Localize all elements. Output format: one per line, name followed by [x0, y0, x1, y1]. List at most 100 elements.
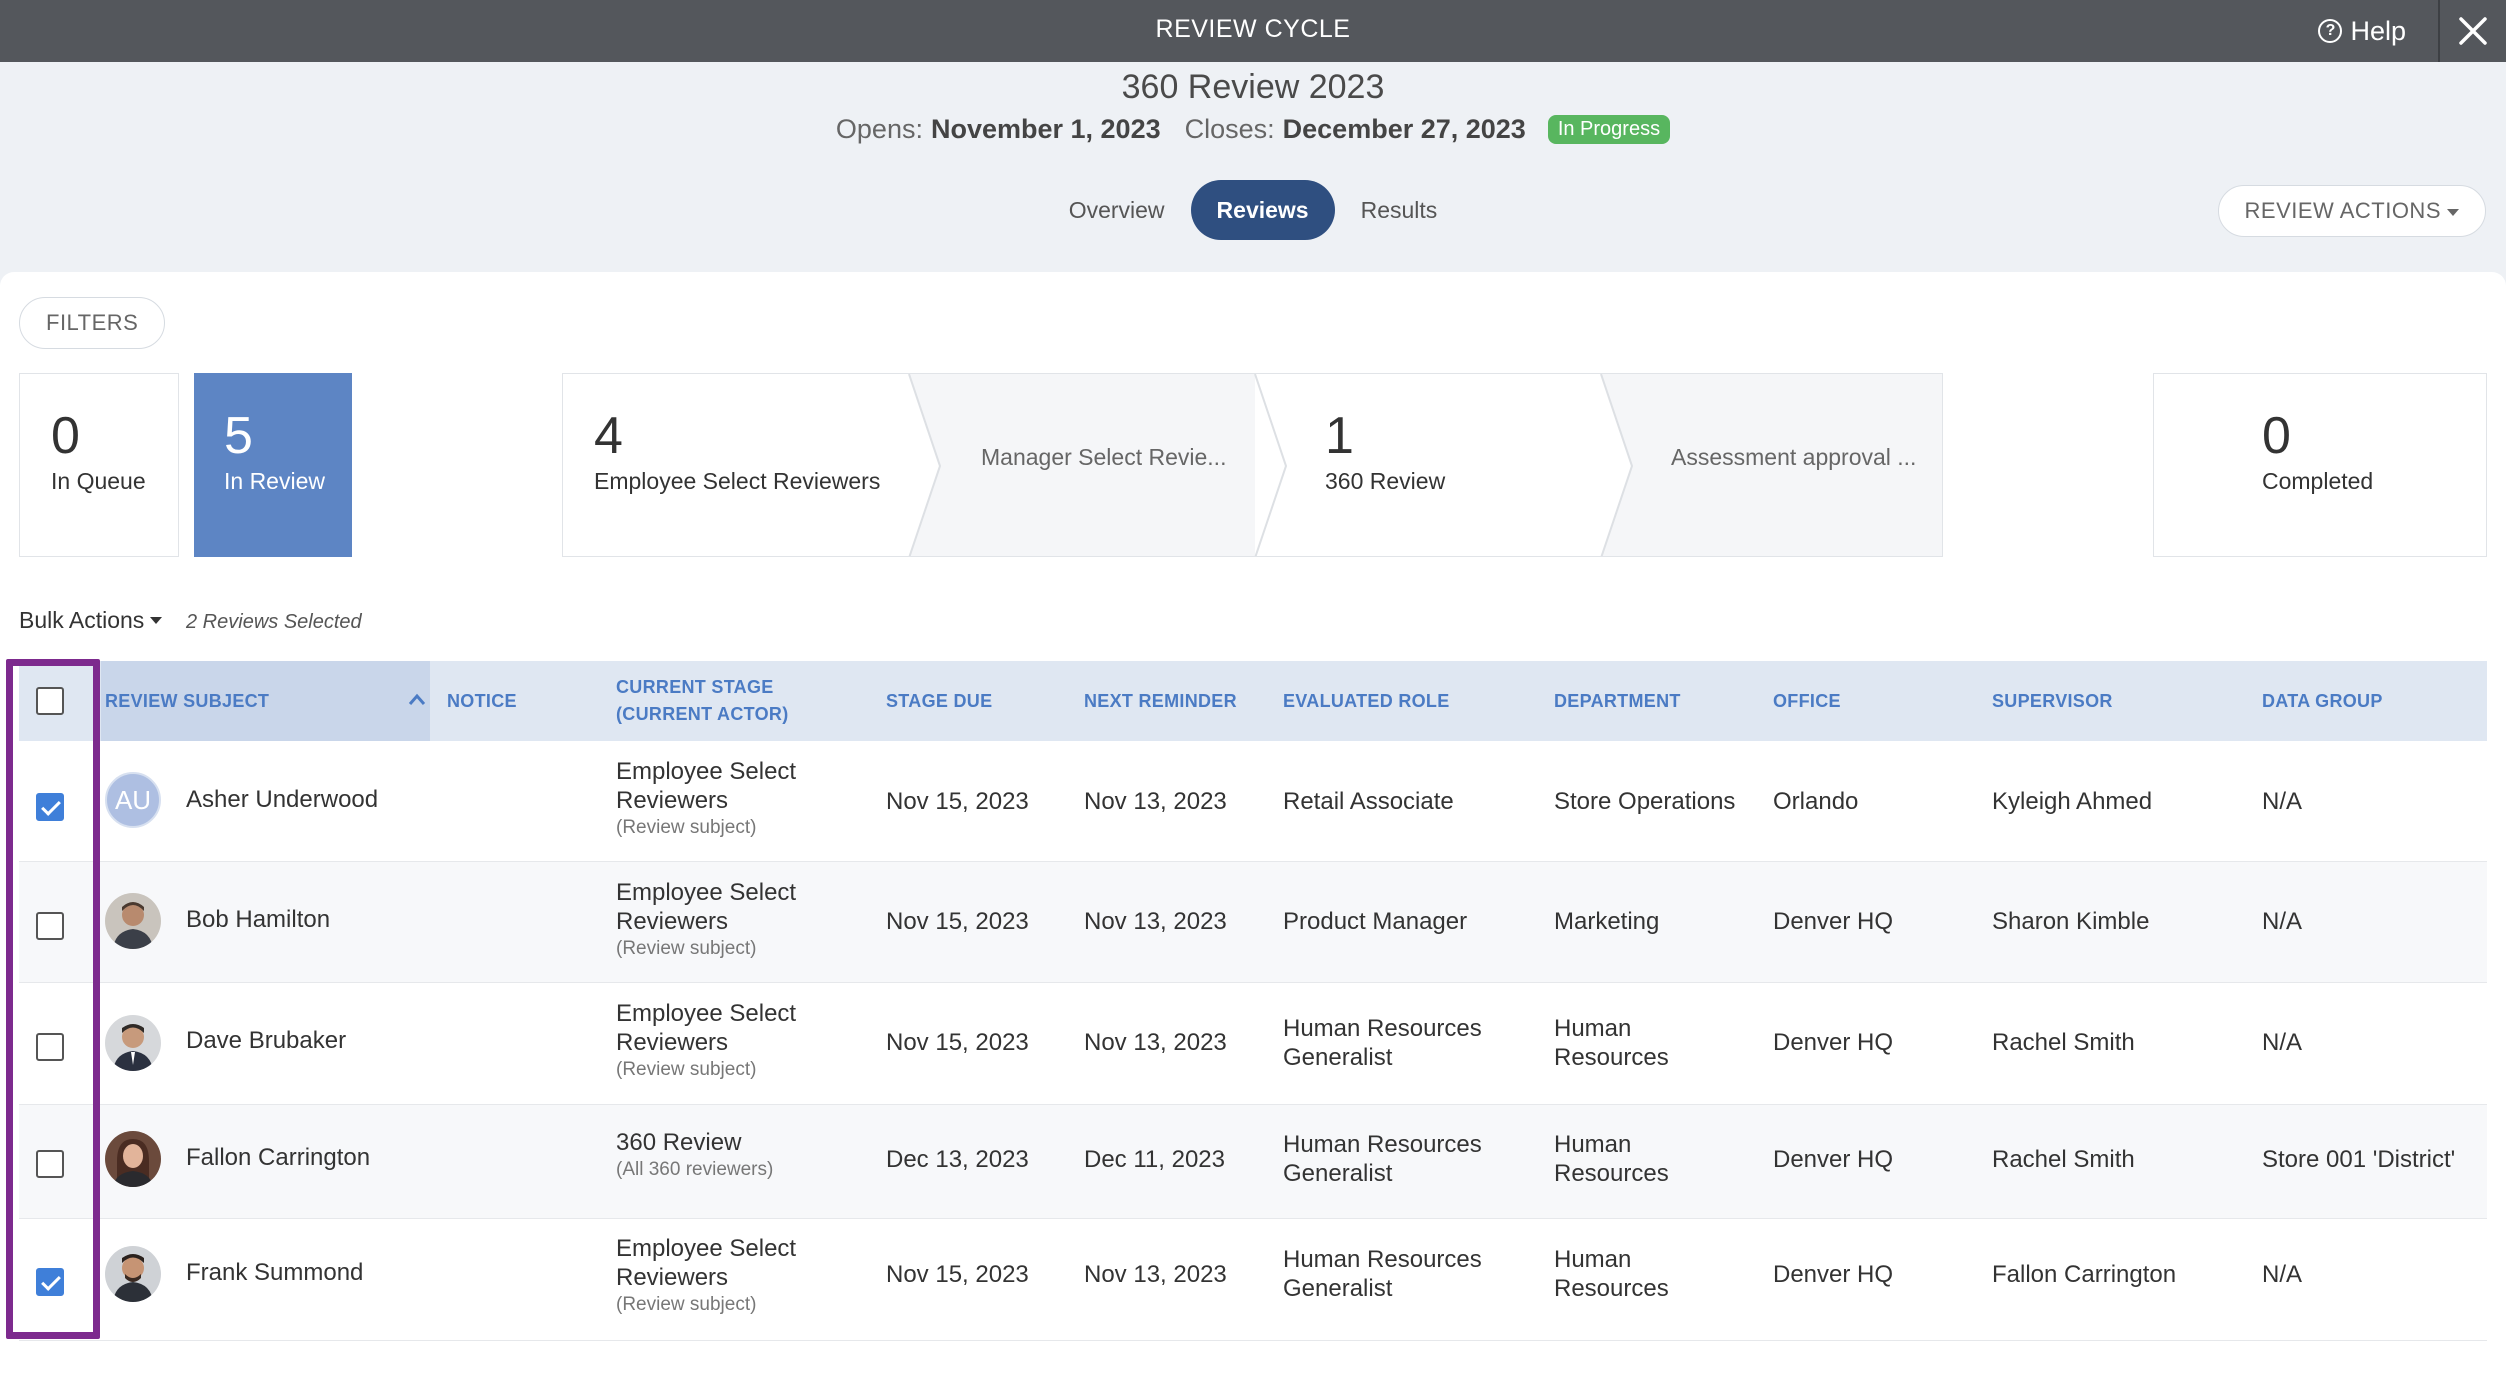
column-label: REVIEW SUBJECT: [105, 691, 270, 711]
select-all-checkbox[interactable]: [36, 687, 64, 715]
tab-overview[interactable]: Overview: [1043, 180, 1191, 240]
row-checkbox[interactable]: [36, 1033, 64, 1061]
stage-name: Employee Select Reviewers: [616, 758, 797, 814]
review-subject-name[interactable]: Bob Hamilton: [186, 905, 330, 934]
data-group: N/A: [2262, 908, 2303, 935]
next-reminder: Nov 13, 2023: [1084, 1029, 1227, 1056]
avatar: AU: [105, 772, 161, 828]
tab-results[interactable]: Results: [1335, 180, 1464, 240]
stat-count: 0: [2262, 407, 2291, 465]
current-stage: Employee Select Reviewers (Review subjec…: [616, 757, 826, 841]
column-notice[interactable]: NOTICE: [447, 688, 517, 715]
stage-name: Employee Select Reviewers: [616, 879, 797, 935]
current-stage: 360 Review (All 360 reviewers): [616, 1128, 826, 1183]
tab-reviews[interactable]: Reviews: [1190, 180, 1335, 240]
data-group: N/A: [2262, 1261, 2303, 1288]
stage-due: Dec 13, 2023: [886, 1146, 1029, 1173]
stage-actor: (All 360 reviewers): [616, 1159, 774, 1180]
caret-down-icon: [2447, 208, 2459, 216]
column-stage-due[interactable]: STAGE DUE: [886, 688, 992, 715]
stage-label: Employee Select Reviewers: [594, 468, 881, 494]
table-row[interactable]: Frank Summond Employee Select Reviewers …: [19, 1219, 2487, 1341]
table-header: REVIEW SUBJECT NOTICE CURRENT STAGE (CUR…: [19, 661, 2487, 741]
stage-actor: (Review subject): [616, 1059, 757, 1080]
help-button[interactable]: ? Help: [2318, 0, 2406, 62]
column-review-subject[interactable]: REVIEW SUBJECT: [101, 661, 430, 741]
supervisor: Sharon Kimble: [1992, 908, 2150, 935]
evaluated-role: Human Resources Generalist: [1283, 1246, 1482, 1302]
review-actions-label: REVIEW ACTIONS: [2244, 198, 2441, 223]
row-checkbox[interactable]: [36, 912, 64, 940]
stat-count: 0: [51, 407, 80, 465]
department: Human Resources: [1554, 1015, 1669, 1071]
avatar: [105, 1131, 161, 1187]
supervisor: Kyleigh Ahmed: [1992, 788, 2153, 815]
department: Marketing: [1554, 908, 1660, 935]
column-evaluated-role[interactable]: EVALUATED ROLE: [1283, 688, 1450, 715]
avatar: [105, 1015, 161, 1071]
column-next-reminder[interactable]: NEXT REMINDER: [1084, 688, 1237, 715]
table-row[interactable]: AU Asher Underwood Employee Select Revie…: [19, 741, 2487, 862]
review-actions-button[interactable]: REVIEW ACTIONS: [2217, 185, 2486, 237]
opens-label: Opens:: [835, 114, 923, 144]
stat-count: 5: [224, 407, 253, 465]
bulk-actions-dropdown[interactable]: Bulk Actions: [19, 607, 163, 634]
stat-in-review[interactable]: 5 In Review: [194, 373, 352, 557]
stage-name: Employee Select Reviewers: [616, 1235, 797, 1291]
current-stage: Employee Select Reviewers (Review subjec…: [616, 999, 826, 1083]
column-supervisor[interactable]: SUPERVISOR: [1992, 688, 2113, 715]
column-department[interactable]: DEPARTMENT: [1554, 688, 1681, 715]
review-subject-name[interactable]: Fallon Carrington: [186, 1143, 370, 1172]
stat-label: In Queue: [51, 468, 146, 494]
table-row[interactable]: Dave Brubaker Employee Select Reviewers …: [19, 983, 2487, 1105]
avatar: [105, 1246, 161, 1302]
current-stage: Employee Select Reviewers (Review subjec…: [616, 878, 826, 962]
column-label: CURRENT STAGE: [616, 677, 774, 697]
stat-label: In Review: [224, 468, 325, 494]
column-current-stage[interactable]: CURRENT STAGE (CURRENT ACTOR): [616, 674, 789, 728]
column-office[interactable]: OFFICE: [1773, 688, 1841, 715]
sort-ascending-icon: [408, 693, 426, 705]
reviews-panel: FILTERS 0 In Queue 5 In Review 4 Employe…: [0, 272, 2506, 1380]
caret-down-icon: [150, 617, 163, 624]
office: Denver HQ: [1773, 908, 1894, 935]
help-label: Help: [2350, 15, 2406, 46]
evaluated-role: Human Resources Generalist: [1283, 1015, 1482, 1071]
stage-count: 1: [1325, 407, 1354, 465]
evaluated-role: Product Manager: [1283, 908, 1468, 935]
row-checkbox[interactable]: [36, 1268, 64, 1296]
supervisor: Fallon Carrington: [1992, 1261, 2177, 1288]
stage-due: Nov 15, 2023: [886, 1261, 1029, 1288]
column-label-sub: (CURRENT ACTOR): [616, 704, 789, 724]
review-subject-name[interactable]: Frank Summond: [186, 1258, 363, 1287]
row-checkbox[interactable]: [36, 1150, 64, 1178]
department: Store Operations: [1554, 788, 1736, 815]
window-title: REVIEW CYCLE: [1155, 15, 1351, 43]
stage-due: Nov 15, 2023: [886, 908, 1029, 935]
next-reminder: Nov 13, 2023: [1084, 788, 1227, 815]
review-subject-name[interactable]: Dave Brubaker: [186, 1026, 346, 1055]
stage-label: 360 Review: [1325, 468, 1446, 494]
avatar: [105, 893, 161, 949]
department: Human Resources: [1554, 1246, 1669, 1302]
stat-in-queue[interactable]: 0 In Queue: [19, 373, 179, 557]
stat-completed[interactable]: 0 Completed: [2153, 373, 2487, 557]
stage-actor: (Review subject): [616, 817, 757, 838]
stat-label: Completed: [2262, 468, 2374, 494]
review-subject-name[interactable]: Asher Underwood: [186, 785, 378, 814]
data-group: N/A: [2262, 1029, 2303, 1056]
closes-label: Closes:: [1184, 114, 1275, 144]
data-group: N/A: [2262, 788, 2303, 815]
stage-count: 4: [594, 407, 623, 465]
stage-label: Manager Select Revie...: [981, 444, 1227, 470]
row-checkbox[interactable]: [36, 793, 64, 821]
table-row[interactable]: Bob Hamilton Employee Select Reviewers (…: [19, 862, 2487, 983]
stage-label: Assessment approval ...: [1671, 444, 1917, 470]
column-data-group[interactable]: DATA GROUP: [2262, 688, 2383, 715]
close-button[interactable]: [2440, 0, 2506, 62]
department: Human Resources: [1554, 1131, 1669, 1187]
table-row[interactable]: Fallon Carrington 360 Review (All 360 re…: [19, 1105, 2487, 1219]
bulk-actions-label: Bulk Actions: [19, 607, 145, 633]
filters-button[interactable]: FILTERS: [19, 297, 166, 349]
stage-pipeline: 4 Employee Select Reviewers Manager Sele…: [562, 373, 1943, 557]
